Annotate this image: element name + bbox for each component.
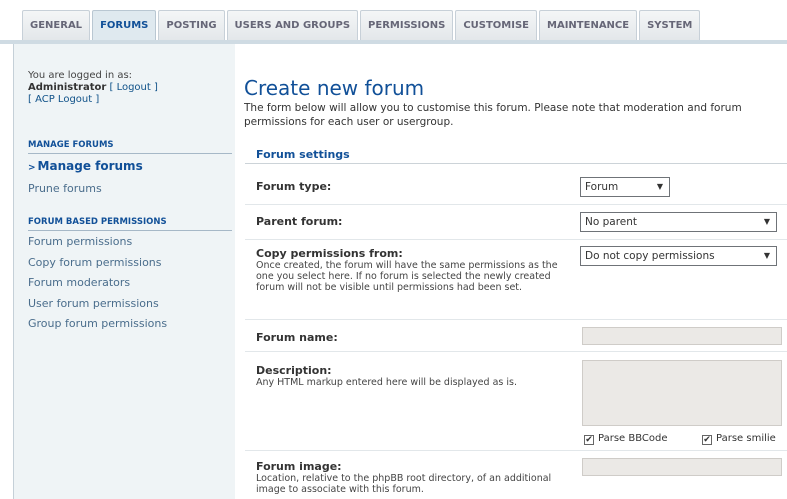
sidebar-item-copy-forum-permissions[interactable]: Copy forum permissions (28, 253, 233, 274)
copy-permissions-select[interactable]: Do not copy permissions ▼ (580, 246, 777, 266)
logged-in-label: You are logged in as: (28, 70, 133, 81)
tab-permissions[interactable]: Permissions (360, 10, 454, 40)
acp-logout-link[interactable]: [ ACP Logout ] (28, 94, 228, 106)
sidebar-item-prune-forums[interactable]: Prune forums (28, 179, 233, 200)
arrow-right-icon: > (28, 163, 36, 173)
tab-maintenance[interactable]: Maintenance (539, 10, 638, 40)
parse-smilies-checkbox[interactable]: ✔ Parse smilie (702, 433, 776, 445)
sidebar: You are logged in as: Administrator [ Lo… (13, 44, 235, 499)
section-title-manage-forums: Manage forums (28, 140, 232, 154)
logout-link[interactable]: [ Logout ] (109, 82, 157, 93)
checkmark-icon: ✔ (584, 435, 594, 445)
sidebar-item-user-forum-permissions[interactable]: User forum permissions (28, 294, 233, 315)
main-panel: Create new forum The form below will all… (235, 44, 787, 499)
copy-permissions-value: Do not copy permissions (585, 250, 715, 262)
checkmark-icon: ✔ (702, 435, 712, 445)
section-title-forum-permissions: Forum based permissions (28, 217, 232, 231)
dropdown-arrow-icon: ▼ (763, 251, 770, 260)
tabs: General Forums Posting Users and groups … (22, 10, 702, 40)
tab-general[interactable]: General (22, 10, 91, 40)
sidebar-item-group-forum-permissions[interactable]: Group forum permissions (28, 314, 233, 335)
forum-image-input[interactable] (582, 458, 782, 476)
forum-type-value: Forum (585, 181, 619, 193)
copy-permissions-label: Copy permissions from: (256, 247, 403, 260)
parse-smilies-label: Parse smilie (716, 433, 776, 444)
parent-forum-select[interactable]: No parent ▼ (580, 212, 777, 232)
row-divider (245, 204, 787, 205)
row-divider (245, 351, 787, 352)
forum-name-input[interactable] (582, 327, 782, 345)
dropdown-arrow-icon: ▼ (656, 182, 663, 191)
username: Administrator (28, 82, 107, 93)
parse-bbcode-checkbox[interactable]: ✔ Parse BBCode (584, 433, 668, 445)
tab-users-and-groups[interactable]: Users and groups (226, 10, 359, 40)
row-divider (245, 319, 787, 320)
parent-forum-value: No parent (585, 216, 638, 228)
tab-posting[interactable]: Posting (158, 10, 225, 40)
tab-forums[interactable]: Forums (92, 10, 157, 40)
sidebar-item-forum-permissions[interactable]: Forum permissions (28, 232, 233, 253)
dropdown-arrow-icon: ▼ (763, 217, 770, 226)
row-divider (245, 239, 787, 240)
copy-permissions-description: Once created, the forum will have the sa… (256, 260, 558, 293)
sidebar-item-manage-forums[interactable]: > Manage forums (28, 156, 233, 179)
menu-manage-forums: > Manage forums Prune forums (28, 156, 233, 199)
sidebar-item-label: Manage forums (37, 159, 143, 173)
tab-bar: General Forums Posting Users and groups … (0, 0, 787, 40)
forum-name-label: Forum name: (256, 331, 338, 344)
description-textarea[interactable] (582, 360, 782, 426)
parse-bbcode-label: Parse BBCode (598, 433, 668, 444)
forum-image-label: Forum image: (256, 460, 342, 473)
sidebar-item-forum-moderators[interactable]: Forum moderators (28, 273, 233, 294)
tab-customise[interactable]: Customise (455, 10, 538, 40)
forum-type-label: Forum type: (256, 180, 332, 193)
fieldset-legend: Forum settings (256, 148, 350, 161)
row-divider (245, 450, 787, 451)
page-intro: The form below will allow you to customi… (244, 102, 742, 128)
legend-divider (245, 163, 787, 164)
forum-type-select[interactable]: Forum ▼ (580, 177, 670, 197)
description-label: Description: (256, 364, 332, 377)
menu-forum-permissions: Forum permissions Copy forum permissions… (28, 232, 233, 335)
login-info: You are logged in as: Administrator [ Lo… (28, 70, 228, 106)
page-title: Create new forum (244, 76, 425, 100)
parent-forum-label: Parent forum: (256, 215, 343, 228)
tab-system[interactable]: System (639, 10, 701, 40)
forum-image-help: Location, relative to the phpBB root dir… (256, 473, 552, 495)
description-help: Any HTML markup entered here will be dis… (256, 377, 517, 388)
